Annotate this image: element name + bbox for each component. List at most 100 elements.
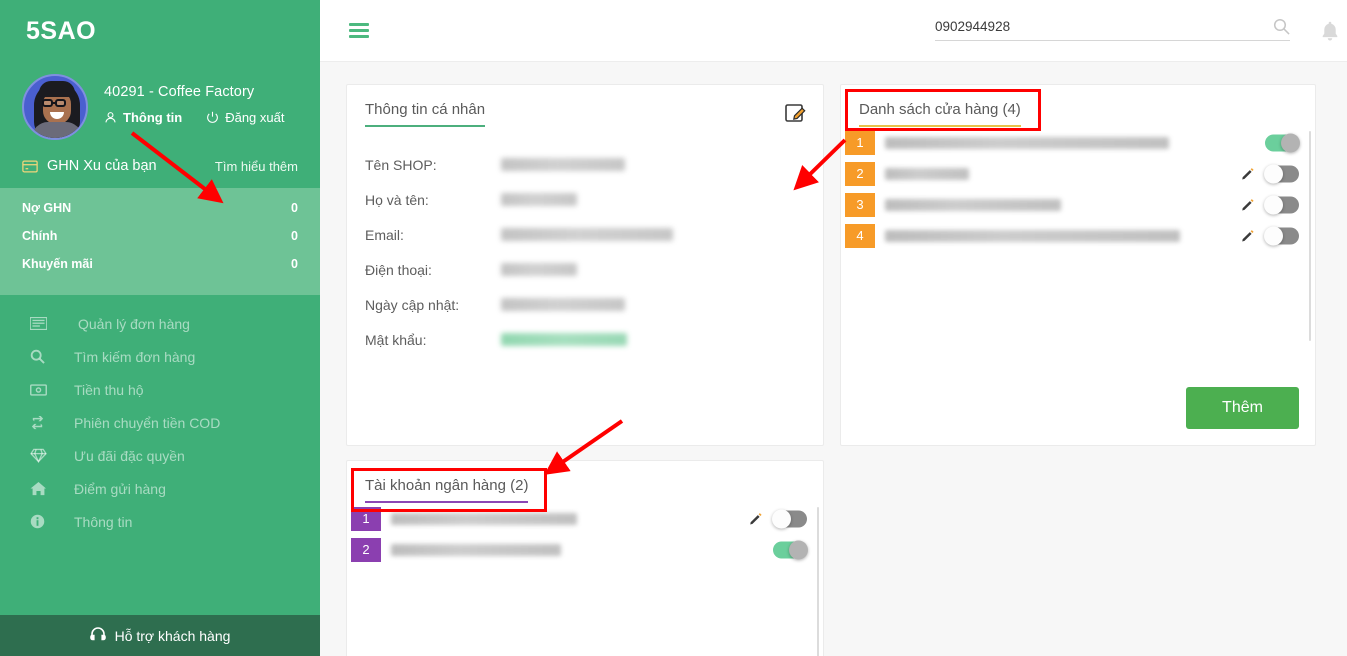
store-name (885, 198, 1061, 211)
bank-index: 2 (351, 537, 381, 562)
profile-info-link[interactable]: Thông tin (104, 110, 182, 125)
store-name (885, 167, 969, 180)
edit-store-icon[interactable] (1241, 229, 1255, 243)
bank-row[interactable]: 2 (347, 534, 823, 565)
refresh-icon (30, 415, 52, 430)
hamburger-menu-icon[interactable] (349, 23, 369, 38)
sidebar-item-label: Tiền thu hộ (74, 381, 144, 398)
sidebar-item-label: Thông tin (74, 513, 133, 530)
home-icon (30, 481, 52, 496)
bank-name (391, 512, 577, 525)
sidebar-item-label: Điểm gửi hàng (74, 480, 166, 497)
headset-icon (89, 627, 106, 644)
store-index: 4 (845, 223, 875, 248)
card-icon (22, 160, 38, 173)
edit-bank-icon[interactable] (749, 512, 763, 526)
sidebar-item-label: Ưu đãi đặc quyền (74, 447, 185, 464)
info-value (501, 228, 673, 241)
info-value (501, 193, 577, 206)
bank-account-card: Tài khoản ngân hàng (2) 1 2 (346, 460, 824, 656)
logout-link[interactable]: Đăng xuất (206, 110, 284, 125)
balance-label: Nợ GHN (22, 201, 72, 215)
sidebar-item-diem-gui-hang[interactable]: Điểm gửi hàng (0, 472, 320, 505)
store-toggle[interactable] (1264, 226, 1299, 245)
store-toggle[interactable] (1264, 164, 1299, 183)
bank-toggle[interactable] (773, 540, 808, 559)
content-area: Thông tin cá nhân Tên SHOP: Họ và tên: E… (320, 62, 1347, 656)
bank-account-title: Tài khoản ngân hàng (2) (365, 461, 529, 503)
balance-row: Chính 0 (22, 222, 298, 250)
edit-store-icon[interactable] (1241, 198, 1255, 212)
info-value (501, 333, 627, 346)
info-icon (30, 514, 52, 529)
search-input[interactable] (935, 19, 1273, 34)
sidebar-item-uu-dai-dac-quyen[interactable]: Ưu đãi đặc quyền (0, 439, 320, 472)
info-row: Email: (365, 217, 823, 252)
store-row[interactable]: 4 (841, 220, 1315, 251)
info-row: Ngày cập nhật: (365, 287, 823, 322)
ghn-xu-title: GHN Xu của bạn (47, 158, 157, 174)
info-label: Ngày cập nhật: (365, 296, 460, 313)
balances-list: Nợ GHN 0 Chính 0 Khuyến mãi 0 (0, 188, 320, 295)
store-index: 3 (845, 192, 875, 217)
balance-row: Nợ GHN 0 (22, 194, 298, 222)
search-icon (30, 349, 52, 364)
store-list: 1 2 3 4 (841, 127, 1315, 389)
cash-icon (30, 383, 52, 396)
sidebar-item-phien-chuyen-tien-cod[interactable]: Phiên chuyển tiền COD (0, 406, 320, 439)
store-toggle[interactable] (1264, 195, 1299, 214)
balance-label: Chính (22, 229, 58, 243)
store-index: 2 (845, 161, 875, 186)
store-toggle[interactable] (1265, 133, 1300, 152)
learn-more-link[interactable]: Tìm hiểu thêm (215, 159, 298, 174)
info-label: Tên SHOP: (365, 156, 437, 173)
info-value (501, 263, 577, 276)
store-name (885, 229, 1180, 242)
bank-index: 1 (351, 506, 381, 531)
balance-value: 0 (291, 257, 298, 271)
personal-info-title: Thông tin cá nhân (365, 85, 486, 127)
info-label: Điện thoại: (365, 261, 432, 278)
info-label: Mật khẩu: (365, 331, 427, 348)
app-root: 5SAO 40291 - Coffee Factory Thông tin Đă… (0, 0, 1347, 656)
balance-row: Khuyến mãi 0 (22, 250, 298, 278)
balance-value: 0 (291, 201, 298, 215)
bank-row[interactable]: 1 (347, 503, 823, 534)
diamond-icon (30, 448, 52, 463)
support-button[interactable]: Hỗ trợ khách hàng (0, 615, 320, 656)
edit-store-icon[interactable] (1241, 167, 1255, 181)
store-row[interactable]: 2 (841, 158, 1315, 189)
personal-info-card: Thông tin cá nhân Tên SHOP: Họ và tên: E… (346, 84, 824, 446)
notification-bell-icon[interactable] (1320, 21, 1340, 48)
sidebar-item-thong-tin[interactable]: Thông tin (0, 505, 320, 538)
profile-name: 40291 - Coffee Factory (104, 84, 255, 100)
orders-icon (30, 317, 52, 330)
bank-name (391, 543, 561, 556)
sidebar-item-quan-ly-don-hang[interactable]: Quản lý đơn hàng (0, 307, 320, 340)
profile-info-label: Thông tin (123, 110, 183, 125)
brand-logo[interactable]: 5SAO (0, 0, 320, 62)
store-row[interactable]: 1 (841, 127, 1315, 158)
info-row: Tên SHOP: (365, 147, 823, 182)
user-icon (104, 111, 117, 124)
add-store-button[interactable]: Thêm (1186, 387, 1299, 429)
info-label: Email: (365, 226, 404, 243)
bank-toggle[interactable] (772, 509, 807, 528)
store-row[interactable]: 3 (841, 189, 1315, 220)
logout-label: Đăng xuất (225, 110, 285, 125)
sidebar-item-tien-thu-ho[interactable]: Tiền thu hộ (0, 373, 320, 406)
edit-profile-icon[interactable] (785, 101, 807, 123)
ghn-xu-row: GHN Xu của bạn Tìm hiểu thêm (0, 148, 320, 188)
info-row: Mật khẩu: (365, 322, 823, 357)
main-area: Thông tin cá nhân Tên SHOP: Họ và tên: (320, 0, 1347, 656)
support-label: Hỗ trợ khách hàng (114, 627, 231, 644)
sidebar-item-label: Phiên chuyển tiền COD (74, 414, 221, 431)
store-index: 1 (845, 130, 875, 155)
sidebar-item-tim-kiem-don-hang[interactable]: Tìm kiếm đơn hàng (0, 340, 320, 373)
brand-text: 5SAO (26, 16, 97, 45)
sidebar-item-label: Quản lý đơn hàng (78, 315, 190, 332)
store-list-card: Danh sách cửa hàng (4) 1 2 3 4 Thêm (840, 84, 1316, 446)
topbar (320, 0, 1347, 62)
personal-info-list: Tên SHOP: Họ và tên: Email: Điện thoại: (347, 127, 823, 357)
search-icon[interactable] (1273, 18, 1290, 35)
